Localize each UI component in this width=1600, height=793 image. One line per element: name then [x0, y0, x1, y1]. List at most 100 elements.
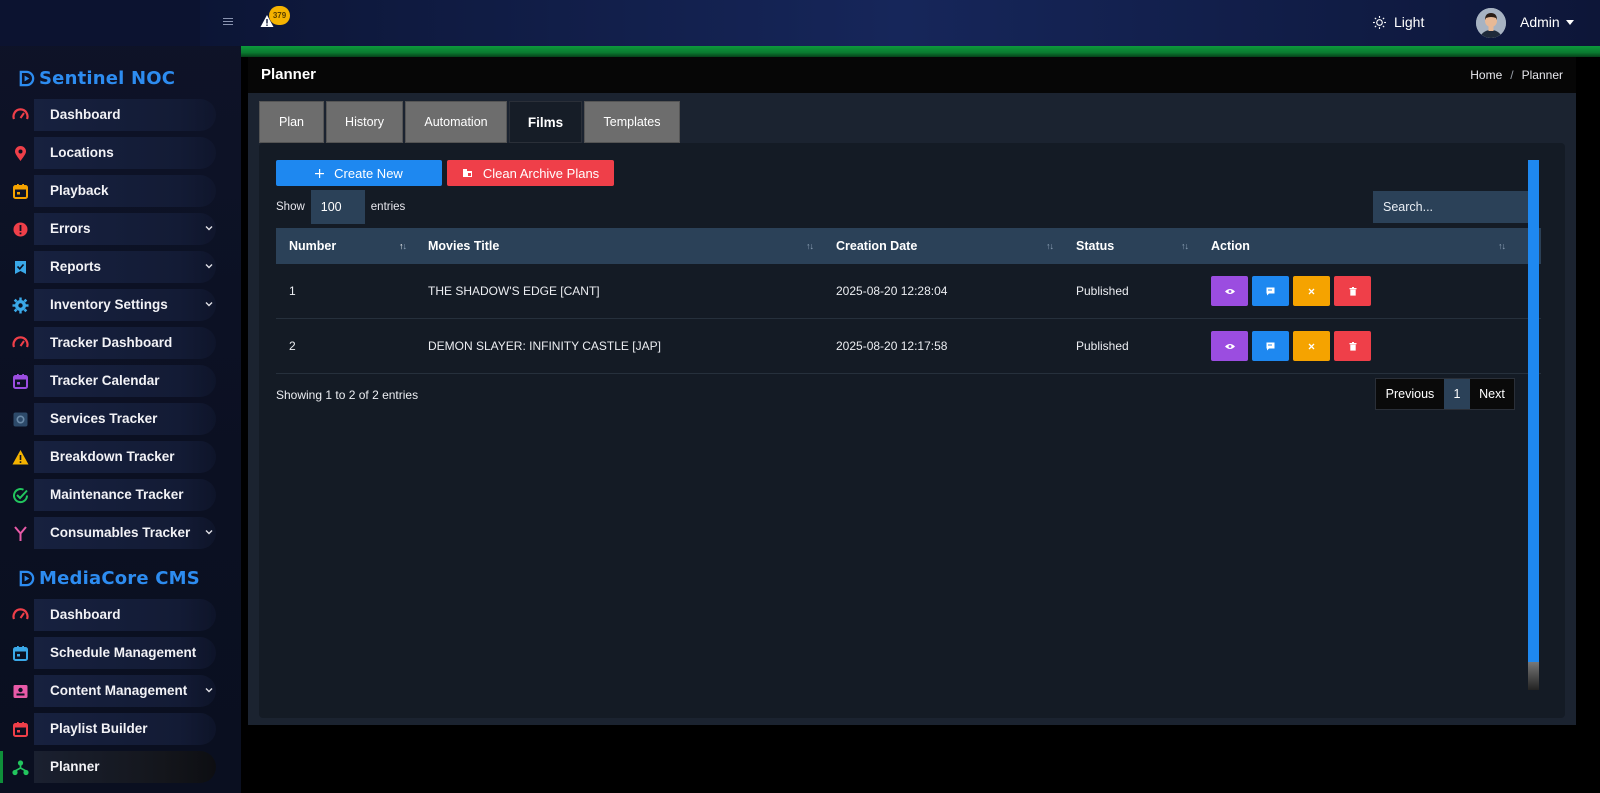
- sort-arrows-icon[interactable]: ↑↓: [1046, 241, 1054, 251]
- sidebar-item-services-tracker[interactable]: Services Tracker: [0, 400, 241, 438]
- sidebar-item-label: Reports: [50, 259, 102, 274]
- calendar-icon: [12, 721, 29, 738]
- sidebar-item-breakdown-tracker[interactable]: Breakdown Tracker: [0, 438, 241, 476]
- planner-tabs: Plan History Automation Films Templates: [259, 101, 682, 143]
- speedometer-icon: [12, 335, 29, 352]
- unpublish-button[interactable]: [1293, 331, 1330, 361]
- map-pin-icon: [12, 145, 29, 162]
- close-icon: [1308, 288, 1315, 294]
- sidebar-item-content-management[interactable]: Content Management: [0, 672, 241, 710]
- sidebar-item-inventory-settings[interactable]: Inventory Settings: [0, 286, 241, 324]
- edit-button[interactable]: [1252, 276, 1289, 306]
- tab-automation[interactable]: Automation: [405, 101, 507, 143]
- sidebar-item-errors[interactable]: Errors: [0, 210, 241, 248]
- sidebar-item-dashboard[interactable]: Dashboard: [0, 96, 241, 134]
- sidebar-item-label: Content Management: [50, 683, 188, 698]
- message-edit-icon: [1266, 287, 1275, 295]
- tab-plan[interactable]: Plan: [259, 101, 324, 143]
- sidebar-item-tracker-dashboard[interactable]: Tracker Dashboard: [0, 324, 241, 362]
- cell-movie-title: DEMON SLAYER: INFINITY CASTLE [JAP]: [428, 339, 661, 353]
- search-input[interactable]: [1373, 191, 1539, 223]
- column-header-action[interactable]: Action: [1211, 239, 1250, 253]
- speedometer-icon: [12, 107, 29, 124]
- cell-creation-date: 2025-08-20 12:17:58: [836, 339, 948, 353]
- sidebar-item-label: Maintenance Tracker: [50, 487, 184, 502]
- tab-films[interactable]: Films: [509, 101, 582, 143]
- sidebar-item-maintenance-tracker[interactable]: Maintenance Tracker: [0, 476, 241, 514]
- clean-archive-button[interactable]: Clean Archive Plans: [447, 160, 614, 186]
- sidebar-item-label: Services Tracker: [50, 411, 158, 426]
- main-content: Planner Home / Planner Plan History Automa…: [248, 57, 1576, 725]
- breadcrumb-current: Planner: [1521, 68, 1563, 82]
- sidebar-item-dashboard[interactable]: Dashboard: [0, 596, 241, 634]
- cell-number: 1: [289, 284, 296, 298]
- view-button[interactable]: [1211, 331, 1248, 361]
- vertical-scrollbar[interactable]: [1528, 160, 1539, 690]
- sidebar-item-label: Playback: [50, 183, 109, 198]
- sidebar-item-schedule-management[interactable]: Schedule Management: [0, 634, 241, 672]
- check-circle-icon: [12, 487, 29, 504]
- hierarchy-icon: [12, 759, 29, 776]
- sidebar: Sentinel NOC Dashboard Locations Playback E…: [0, 0, 241, 793]
- eye-icon: [1224, 288, 1235, 294]
- trash-icon: [1349, 286, 1356, 296]
- sort-arrows-icon[interactable]: ↑↓: [1498, 241, 1506, 251]
- column-header-status[interactable]: Status: [1076, 239, 1114, 253]
- column-header-number[interactable]: Number: [289, 239, 336, 253]
- breadcrumb-home[interactable]: Home: [1470, 68, 1502, 82]
- sidebar-item-label: Playlist Builder: [50, 721, 148, 736]
- sidebar-item-consumables-tracker[interactable]: Consumables Tracker: [0, 514, 241, 552]
- sort-arrows-icon[interactable]: ↑↓: [399, 241, 407, 251]
- sidebar-item-playlist-builder[interactable]: Playlist Builder: [0, 710, 241, 748]
- view-button[interactable]: [1211, 276, 1248, 306]
- tab-templates[interactable]: Templates: [584, 101, 680, 143]
- breadcrumb: Home / Planner: [1470, 68, 1563, 82]
- chevron-down-icon: [205, 264, 213, 269]
- sidebar-item-label: Planner: [50, 759, 100, 774]
- check-badge-icon: [12, 259, 29, 276]
- calendar-icon: [12, 645, 29, 662]
- sidebar-item-label: Inventory Settings: [50, 297, 168, 312]
- scrollbar-thumb[interactable]: [1528, 662, 1539, 690]
- sidebar-item-tracker-calendar[interactable]: Tracker Calendar: [0, 362, 241, 400]
- app-root: Sentinel NOC Dashboard Locations Playback E…: [0, 0, 1600, 793]
- unpublish-button[interactable]: [1293, 276, 1330, 306]
- delete-button[interactable]: [1334, 331, 1371, 361]
- entries-select[interactable]: 100: [310, 190, 365, 224]
- brand-sentinel-noc[interactable]: Sentinel NOC: [0, 60, 241, 96]
- user-avatar[interactable]: [1476, 8, 1506, 38]
- column-header-movies-title[interactable]: Movies Title: [428, 239, 499, 253]
- cell-number: 2: [289, 339, 296, 353]
- pagination-previous[interactable]: Previous: [1376, 379, 1444, 409]
- cell-status: Published: [1076, 339, 1129, 353]
- sidebar-item-planner[interactable]: Planner: [0, 748, 241, 786]
- table-row: 2 DEMON SLAYER: INFINITY CASTLE [JAP] 2025…: [276, 319, 1541, 374]
- sidebar-item-label: Locations: [50, 145, 114, 160]
- tab-history[interactable]: History: [326, 101, 403, 143]
- avatar-image: [1476, 8, 1506, 38]
- theme-toggle[interactable]: Light: [1373, 14, 1424, 30]
- sidebar-item-playback[interactable]: Playback: [0, 172, 241, 210]
- row-actions: [1211, 276, 1371, 306]
- sidebar-item-locations[interactable]: Locations: [0, 134, 241, 172]
- sort-arrows-icon[interactable]: ↑↓: [1181, 241, 1189, 251]
- sidebar-item-reports[interactable]: Reports: [0, 248, 241, 286]
- create-new-button[interactable]: Create New: [276, 160, 442, 186]
- clean-archive-label: Clean Archive Plans: [482, 165, 600, 181]
- notification-badge[interactable]: 379: [269, 6, 290, 25]
- hamburger-menu-icon[interactable]: [223, 17, 233, 26]
- sort-arrows-icon[interactable]: ↑↓: [806, 241, 814, 251]
- brand-name: MediaCore CMS: [39, 567, 200, 589]
- show-label: Show: [276, 201, 305, 213]
- pagination-next[interactable]: Next: [1470, 379, 1514, 409]
- table-header: Number ↑↓ Movies Title ↑↓ Creation Date ↑↓ Sta…: [276, 228, 1541, 264]
- pagination-page-1[interactable]: 1: [1444, 379, 1470, 409]
- delete-button[interactable]: [1334, 276, 1371, 306]
- eye-icon: [1224, 343, 1235, 349]
- breadcrumb-separator: /: [1510, 68, 1514, 82]
- brand-mediacore-cms[interactable]: MediaCore CMS: [0, 560, 241, 596]
- sidebar-item-label: Breakdown Tracker: [50, 449, 175, 464]
- user-menu[interactable]: Admin: [1520, 14, 1574, 30]
- edit-button[interactable]: [1252, 331, 1289, 361]
- column-header-creation-date[interactable]: Creation Date: [836, 239, 917, 253]
